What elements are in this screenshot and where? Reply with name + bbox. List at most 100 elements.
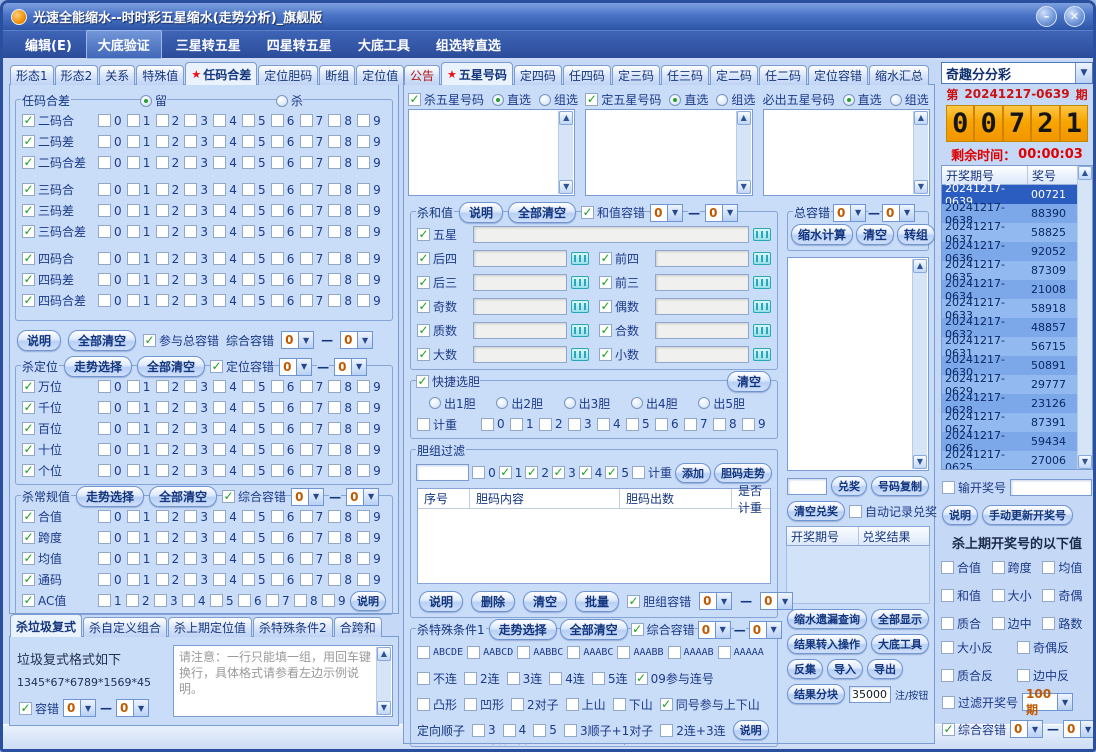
digit-checkbox[interactable]: 2 (156, 401, 185, 415)
digit-checkbox[interactable]: 7 (684, 417, 713, 431)
digit-checkbox[interactable]: 9 (357, 114, 386, 128)
row-enable-checkbox[interactable]: ✓个位 (22, 462, 98, 479)
digit-checkbox[interactable]: 4 (213, 443, 242, 457)
digit-checkbox[interactable]: 5 (242, 225, 271, 239)
tolerance-checkbox[interactable]: ✓容错 (19, 700, 59, 717)
digit-checkbox[interactable]: 5 (242, 443, 271, 457)
mid-tab-5[interactable]: 定三码 (612, 65, 660, 85)
group-radio[interactable]: 组选 (890, 91, 929, 108)
shape-checkbox[interactable]: 凸形 (417, 696, 457, 713)
number-input-area[interactable]: ▲▼ (585, 109, 752, 196)
digit-checkbox[interactable]: 1 (127, 183, 156, 197)
digit-checkbox[interactable]: 9 (357, 294, 386, 308)
digit-checkbox[interactable]: 1 (127, 422, 156, 436)
digit-checkbox[interactable]: 1 (98, 594, 126, 608)
digit-checkbox[interactable]: 5 (626, 417, 655, 431)
digit-checkbox[interactable]: 2 (156, 531, 185, 545)
digit-checkbox[interactable]: 3 (184, 401, 213, 415)
scroll-up-icon[interactable]: ▲ (914, 111, 928, 125)
keep-radio[interactable]: 留 (140, 92, 167, 109)
digit-checkbox[interactable]: 4 (597, 417, 626, 431)
digit-checkbox[interactable]: 9 (357, 552, 386, 566)
digit-checkbox[interactable]: 2 (156, 380, 185, 394)
digit-checkbox[interactable]: 0 (98, 552, 127, 566)
digit-checkbox[interactable]: 2 (156, 464, 185, 478)
digit-checkbox[interactable]: 3 (154, 594, 182, 608)
trend-select-button[interactable]: 走势选择 (489, 619, 557, 640)
digit-checkbox[interactable]: 0 (98, 443, 127, 457)
row-enable-checkbox[interactable]: ✓万位 (22, 378, 98, 395)
split-size-input[interactable]: 35000 (849, 686, 891, 703)
tolerance-from-dropdown[interactable]: 0▼ (698, 621, 731, 639)
digit-checkbox[interactable]: 3 (184, 464, 213, 478)
keyboard-icon[interactable] (571, 300, 589, 313)
digit-checkbox[interactable]: 2 (156, 135, 185, 149)
junk-input-area[interactable]: 请注意：一行只能填一组，用回车键换行，具体格式请参看左边示例说明。▲▼ (173, 645, 393, 717)
scroll-down-icon[interactable]: ▼ (1078, 455, 1092, 469)
digit-checkbox[interactable]: 5 (242, 252, 271, 266)
mid-tab-6[interactable]: 任三码 (661, 65, 709, 85)
tolerance-to-dropdown[interactable]: 0▼ (334, 358, 367, 376)
row-enable-checkbox[interactable]: ✓合值 (22, 508, 98, 525)
digit-checkbox[interactable]: 2 (539, 417, 568, 431)
sum-row-checkbox[interactable]: ✓质数 (417, 322, 469, 339)
digit-checkbox[interactable]: 0 (98, 156, 127, 170)
miss-query-button[interactable]: 缩水遗漏查询 (787, 609, 867, 629)
invert-set-button[interactable]: 反集 (787, 659, 823, 679)
sum-row-checkbox[interactable]: ✓奇数 (417, 298, 469, 315)
quick-pick-checkbox[interactable]: ✓快捷选胆 (416, 373, 480, 390)
tolerance-to-dropdown[interactable]: 0▼ (340, 331, 373, 349)
digit-checkbox[interactable]: 5 (242, 114, 271, 128)
digit-checkbox[interactable]: 1 (127, 573, 156, 587)
digit-checkbox[interactable]: 0 (98, 225, 127, 239)
digit-checkbox[interactable]: 3 (184, 294, 213, 308)
delete-button[interactable]: 删除 (471, 591, 515, 612)
digit-checkbox[interactable]: 3 (184, 573, 213, 587)
sum-value-input[interactable] (473, 226, 749, 243)
consecutive-checkbox[interactable]: 3连 (507, 670, 543, 687)
sum-row-checkbox[interactable]: ✓前三 (599, 274, 651, 291)
digit-checkbox[interactable]: 5 (242, 552, 271, 566)
digit-checkbox[interactable]: 8 (328, 380, 357, 394)
kill-value-checkbox[interactable]: 大小 (992, 587, 1043, 604)
digit-checkbox[interactable]: 6 (271, 510, 300, 524)
digit-checkbox[interactable]: 2 (156, 443, 185, 457)
pattern-checkbox[interactable]: AAAAA (718, 646, 764, 659)
left-tab-7[interactable]: 断组 (319, 65, 355, 85)
row-enable-checkbox[interactable]: ✓千位 (22, 399, 98, 416)
base-tools-button[interactable]: 大底工具 (871, 634, 929, 654)
row-enable-checkbox[interactable]: ✓三码合差 (22, 223, 98, 240)
digit-checkbox[interactable]: 9 (357, 464, 386, 478)
digit-checkbox[interactable]: 6 (271, 552, 300, 566)
sum-tolerance-checkbox[interactable]: ✓和值容错 (581, 204, 645, 221)
transfer-results-button[interactable]: 结果转入操作 (787, 634, 867, 654)
kill-value-checkbox[interactable]: 路数 (1042, 615, 1093, 632)
digit-checkbox[interactable]: 3 (184, 510, 213, 524)
weight-checkbox[interactable]: 计重 (632, 464, 672, 481)
tolerance-checkbox[interactable]: ✓综合容错 (942, 721, 1006, 738)
help-button[interactable]: 说明 (942, 505, 978, 525)
digit-checkbox[interactable]: 3 (184, 183, 213, 197)
mid-tab-9[interactable]: 定位容错 (808, 65, 868, 85)
mid-tab-10[interactable]: 缩水汇总 (869, 65, 929, 85)
dan-input[interactable] (416, 464, 469, 481)
digit-checkbox[interactable]: 4 (182, 594, 210, 608)
digit-checkbox[interactable]: 9 (357, 204, 386, 218)
digit-checkbox[interactable]: 9 (357, 422, 386, 436)
number-input-area[interactable]: ▲▼ (763, 109, 930, 196)
digit-checkbox[interactable]: 9 (357, 510, 386, 524)
tolerance-from-dropdown[interactable]: 0▼ (699, 592, 732, 610)
to-group-button[interactable]: 转组 (897, 224, 935, 245)
filter-draw-checkbox[interactable]: 过滤开奖号 (942, 694, 1018, 711)
left-bottom-tab-4[interactable]: 杀特殊条件2 (253, 617, 333, 637)
digit-checkbox[interactable]: 6 (271, 183, 300, 197)
sum-row-checkbox[interactable]: ✓合数 (599, 322, 651, 339)
tolerance-from-dropdown[interactable]: 0▼ (833, 204, 866, 222)
digit-checkbox[interactable]: 8 (328, 273, 357, 287)
digit-checkbox[interactable]: 3 (184, 252, 213, 266)
digit-checkbox[interactable]: 5 (242, 422, 271, 436)
digit-checkbox[interactable]: 2 (156, 252, 185, 266)
tolerance-from-dropdown[interactable]: 0▼ (63, 699, 96, 717)
digit-checkbox[interactable]: 1 (127, 225, 156, 239)
digit-checkbox[interactable]: 9 (357, 135, 386, 149)
